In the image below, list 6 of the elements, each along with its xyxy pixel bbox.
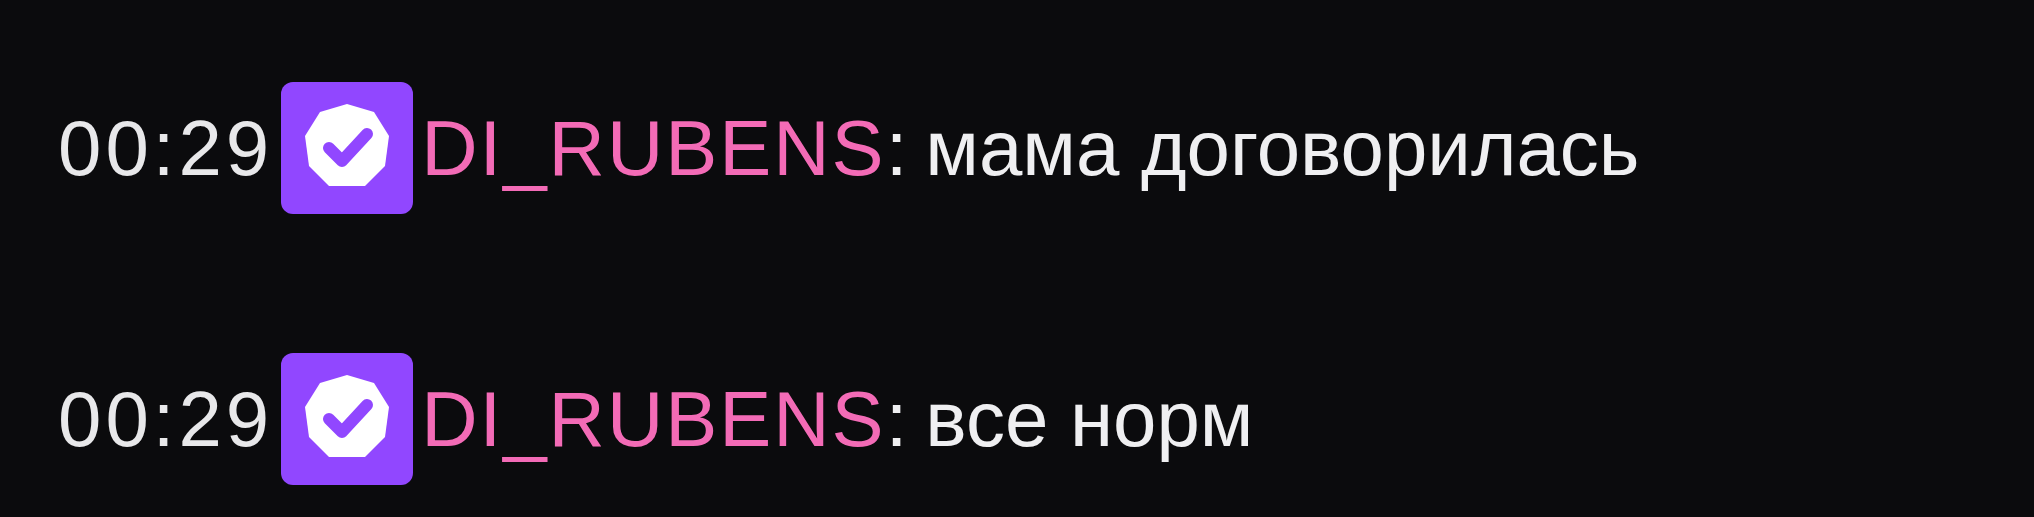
verified-badge-icon bbox=[281, 353, 414, 485]
verified-badge-icon bbox=[281, 82, 414, 214]
colon: : bbox=[885, 380, 908, 458]
timestamp: 00:29 bbox=[58, 380, 274, 458]
timestamp: 00:29 bbox=[58, 109, 274, 187]
colon: : bbox=[885, 109, 908, 187]
